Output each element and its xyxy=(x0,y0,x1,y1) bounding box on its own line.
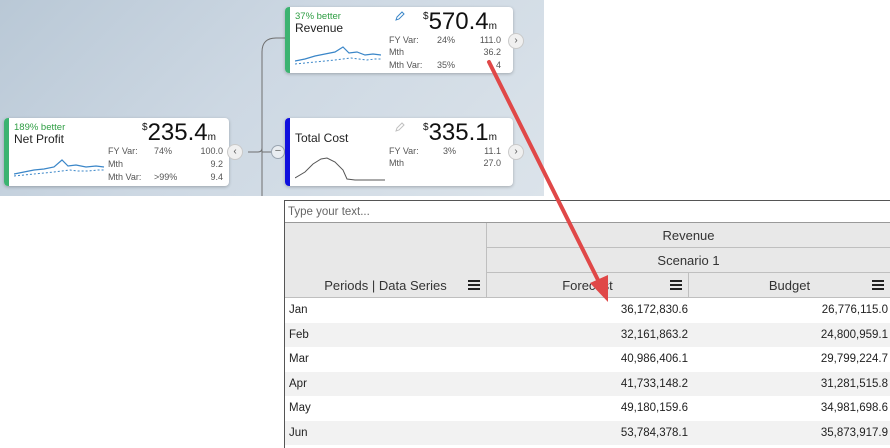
revenue-card[interactable]: 37% better Revenue $570.4m FY Var: 24% 1… xyxy=(285,7,513,73)
metric-value: 9.2 xyxy=(210,159,223,169)
metric-label: FY Var: xyxy=(389,146,419,156)
column-header-budget[interactable]: Budget xyxy=(689,273,890,298)
chevron-right-icon[interactable]: › xyxy=(508,33,524,49)
metric-value: 100.0 xyxy=(200,146,223,156)
metric-percent: >99% xyxy=(154,172,178,182)
metric-value: 36.2 xyxy=(483,47,501,57)
column-header-label: Periods | Data Series xyxy=(324,277,447,293)
column-header-label: Forecast xyxy=(562,277,613,293)
card-title: Net Profit xyxy=(14,132,65,146)
period-cell: May xyxy=(289,402,311,415)
hamburger-menu-icon[interactable] xyxy=(468,280,480,290)
header-scenario: Scenario 1 xyxy=(487,248,890,273)
metric-label: FY Var: xyxy=(108,146,138,156)
forecast-cell: 53,784,378.1 xyxy=(620,426,688,439)
metric-label: Mth Var: xyxy=(108,172,142,182)
table-row[interactable]: Feb 32,161,863.2 24,800,959.1 xyxy=(285,322,890,347)
forecast-cell: 32,161,863.2 xyxy=(620,328,688,341)
period-cell: Feb xyxy=(289,328,309,341)
forecast-cell: 49,180,159.6 xyxy=(620,402,688,415)
metric-percent: 35% xyxy=(437,60,456,70)
metric-percent: 74% xyxy=(154,146,173,156)
table-row[interactable]: Jan 36,172,830.6 26,776,115.0 xyxy=(285,298,890,323)
card-value: $235.4m xyxy=(142,119,216,146)
metric-label: Mth xyxy=(108,159,124,169)
hamburger-menu-icon[interactable] xyxy=(670,280,682,290)
search-input[interactable] xyxy=(285,201,890,222)
grid-search-bar xyxy=(285,201,890,223)
hamburger-menu-icon[interactable] xyxy=(872,280,884,290)
column-header-forecast[interactable]: Forecast xyxy=(487,273,689,298)
metric-label: Mth xyxy=(389,47,405,57)
metric-percent: 3% xyxy=(443,146,457,156)
card-title: Revenue xyxy=(295,21,344,35)
metric-value: 111.0 xyxy=(479,35,501,45)
budget-cell: 34,981,698.6 xyxy=(820,402,888,415)
period-cell: Jun xyxy=(289,426,308,439)
chevron-left-icon[interactable]: ‹ xyxy=(227,144,243,160)
forecast-cell: 40,986,406.1 xyxy=(620,353,688,366)
sparkline-chart xyxy=(295,157,385,181)
card-title: Total Cost xyxy=(295,131,349,145)
metric-percent: 24% xyxy=(437,35,456,45)
metric-label: Mth xyxy=(389,158,405,168)
card-status-bar xyxy=(285,7,290,73)
column-header-label: Budget xyxy=(768,277,811,293)
card-status-bar xyxy=(4,118,9,186)
metric-label: Mth Var: xyxy=(389,60,423,70)
table-row[interactable]: Apr 41,733,148.2 31,281,515.8 xyxy=(285,371,890,396)
column-header-periods[interactable]: Periods | Data Series xyxy=(285,273,487,298)
metric-value: 27.0 xyxy=(483,158,501,168)
budget-cell: 24,800,959.1 xyxy=(820,328,888,341)
card-value: $335.1m xyxy=(423,119,497,146)
budget-cell: 31,281,515.8 xyxy=(820,377,888,390)
sparkline-chart xyxy=(14,159,105,177)
metric-value: 11.1 xyxy=(484,146,501,156)
budget-cell: 26,776,115.0 xyxy=(821,304,888,317)
card-value: $570.4m xyxy=(423,8,497,35)
total-cost-card[interactable]: Total Cost $335.1m FY Var: 3% 11.1 Mth 2… xyxy=(285,118,513,186)
period-cell: Jan xyxy=(289,304,308,317)
table-row[interactable]: Mar 40,986,406.1 29,799,224.7 xyxy=(285,347,890,372)
period-cell: Apr xyxy=(289,377,307,390)
metric-value: 4 xyxy=(495,60,501,70)
header-group: Revenue xyxy=(487,223,890,248)
forecast-cell: 41,733,148.2 xyxy=(620,377,688,390)
pencil-icon[interactable] xyxy=(395,11,405,21)
card-status-bar xyxy=(285,118,290,186)
chevron-right-icon[interactable]: › xyxy=(508,144,524,160)
forecast-cell: 36,172,830.6 xyxy=(620,304,688,317)
budget-cell: 35,873,917.9 xyxy=(820,426,888,439)
pencil-icon[interactable] xyxy=(395,122,405,132)
period-cell: Mar xyxy=(289,353,309,366)
table-row[interactable]: May 49,180,159.6 34,981,698.6 xyxy=(285,396,890,421)
minus-circle-icon[interactable]: − xyxy=(271,145,285,159)
screenshot-stage: − 189% better Net Profit $235.4m FY Var:… xyxy=(0,0,890,448)
metric-value: 9.4 xyxy=(210,172,223,182)
net-profit-card[interactable]: 189% better Net Profit $235.4m FY Var: 7… xyxy=(4,118,229,186)
data-grid: Revenue Scenario 1 Periods | Data Series… xyxy=(284,200,890,448)
budget-cell: 29,799,224.7 xyxy=(820,353,888,366)
table-row[interactable]: Jun 53,784,378.1 35,873,917.9 xyxy=(285,420,890,445)
sparkline-chart xyxy=(295,46,381,65)
metric-label: FY Var: xyxy=(389,35,419,45)
